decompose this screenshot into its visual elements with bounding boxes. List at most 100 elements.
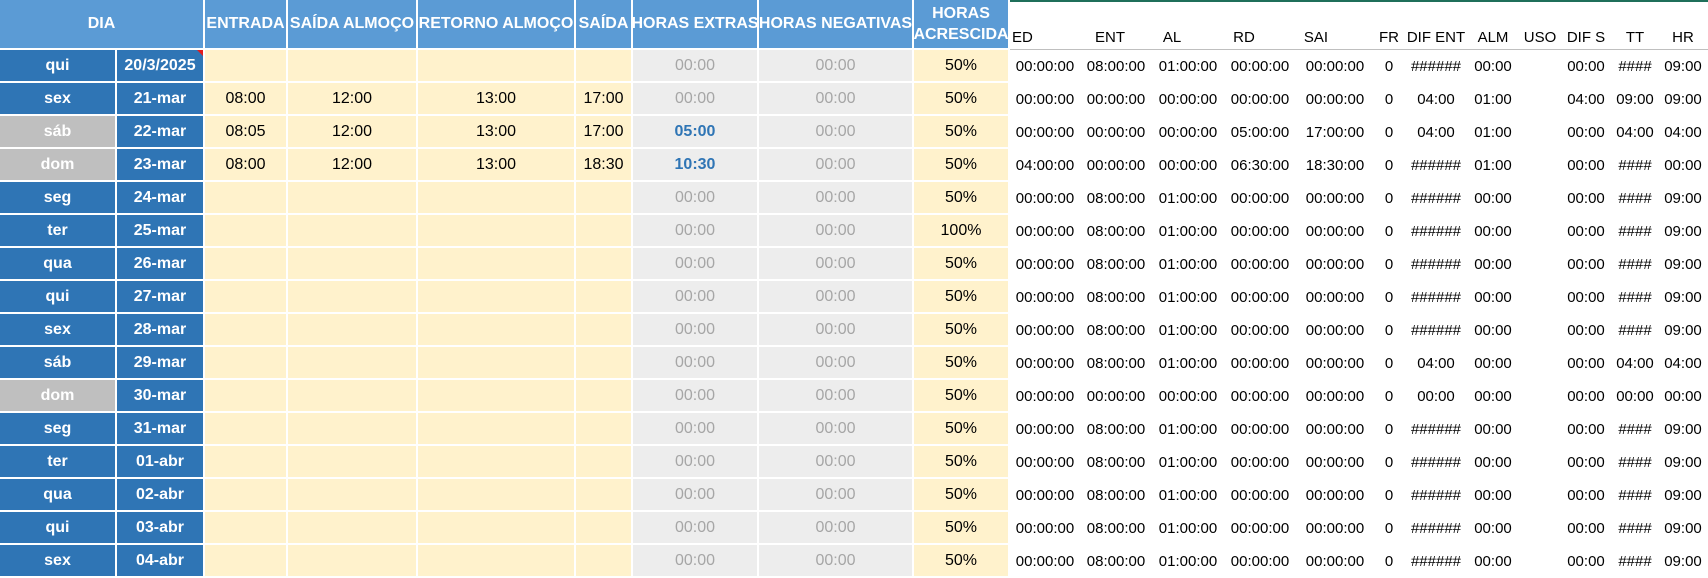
entrada-cell[interactable]: 08:05 xyxy=(205,116,288,149)
saida-cell[interactable] xyxy=(576,50,633,83)
saida-almoco-cell[interactable] xyxy=(288,446,418,479)
horas-negativas-cell[interactable]: 00:00 xyxy=(759,446,914,479)
aux-tt-cell[interactable]: #### xyxy=(1612,182,1658,215)
entrada-cell[interactable]: 08:00 xyxy=(205,83,288,116)
day-name-cell[interactable]: dom xyxy=(0,149,117,182)
horas-negativas-cell[interactable]: 00:00 xyxy=(759,281,914,314)
horas-acrescida-cell[interactable]: 50% xyxy=(914,149,1010,182)
aux-uso-cell[interactable] xyxy=(1518,149,1562,182)
horas-negativas-cell[interactable]: 00:00 xyxy=(759,545,914,578)
aux-al-cell[interactable]: 01:00:00 xyxy=(1152,347,1224,380)
horas-extras-cell[interactable]: 00:00 xyxy=(633,512,759,545)
aux-rd-cell[interactable]: 00:00:00 xyxy=(1224,281,1296,314)
aux-alm-cell[interactable]: 00:00 xyxy=(1468,545,1518,578)
horas-extras-cell[interactable]: 00:00 xyxy=(633,347,759,380)
retorno-almoco-cell[interactable] xyxy=(418,314,576,347)
date-cell[interactable]: 23-mar xyxy=(117,149,205,182)
horas-extras-cell[interactable]: 00:00 xyxy=(633,215,759,248)
aux-ed-cell[interactable]: 00:00:00 xyxy=(1010,413,1080,446)
aux-header-alm[interactable]: ALM xyxy=(1468,0,1518,50)
aux-fr-cell[interactable]: 0 xyxy=(1374,446,1404,479)
aux-ent-cell[interactable]: 08:00:00 xyxy=(1080,512,1152,545)
aux-ed-cell[interactable]: 00:00:00 xyxy=(1010,446,1080,479)
aux-ed-cell[interactable]: 00:00:00 xyxy=(1010,347,1080,380)
saida-almoco-cell[interactable] xyxy=(288,413,418,446)
aux-al-cell[interactable]: 01:00:00 xyxy=(1152,479,1224,512)
header-retorno-almoco[interactable]: RETORNO ALMOÇO xyxy=(418,0,576,50)
aux-alm-cell[interactable]: 01:00 xyxy=(1468,116,1518,149)
aux-ed-cell[interactable]: 00:00:00 xyxy=(1010,116,1080,149)
aux-fr-cell[interactable]: 0 xyxy=(1374,182,1404,215)
aux-tt-cell[interactable]: 04:00 xyxy=(1612,116,1658,149)
aux-dif-s-cell[interactable]: 00:00 xyxy=(1562,149,1610,182)
retorno-almoco-cell[interactable] xyxy=(418,545,576,578)
aux-alm-cell[interactable]: 00:00 xyxy=(1468,413,1518,446)
saida-almoco-cell[interactable] xyxy=(288,248,418,281)
aux-alm-cell[interactable]: 00:00 xyxy=(1468,347,1518,380)
horas-acrescida-cell[interactable]: 100% xyxy=(914,215,1010,248)
day-name-cell[interactable]: qui xyxy=(0,50,117,83)
date-cell[interactable]: 22-mar xyxy=(117,116,205,149)
aux-sai-cell[interactable]: 00:00:00 xyxy=(1296,347,1374,380)
day-name-cell[interactable]: ter xyxy=(0,446,117,479)
aux-header-uso[interactable]: USO xyxy=(1518,0,1562,50)
aux-dif-s-cell[interactable]: 00:00 xyxy=(1562,479,1610,512)
horas-extras-cell[interactable]: 00:00 xyxy=(633,446,759,479)
aux-dif-ent-cell[interactable]: ###### xyxy=(1404,512,1468,545)
day-name-cell[interactable]: sáb xyxy=(0,347,117,380)
saida-cell[interactable] xyxy=(576,545,633,578)
aux-sai-cell[interactable]: 00:00:00 xyxy=(1296,479,1374,512)
horas-acrescida-cell[interactable]: 50% xyxy=(914,83,1010,116)
saida-almoco-cell[interactable] xyxy=(288,479,418,512)
horas-negativas-cell[interactable]: 00:00 xyxy=(759,413,914,446)
aux-al-cell[interactable]: 01:00:00 xyxy=(1152,512,1224,545)
retorno-almoco-cell[interactable] xyxy=(418,380,576,413)
saida-cell[interactable] xyxy=(576,347,633,380)
date-cell[interactable]: 04-abr xyxy=(117,545,205,578)
horas-extras-cell[interactable]: 00:00 xyxy=(633,248,759,281)
aux-ed-cell[interactable]: 00:00:00 xyxy=(1010,248,1080,281)
aux-ed-cell[interactable]: 00:00:00 xyxy=(1010,512,1080,545)
date-cell[interactable]: 29-mar xyxy=(117,347,205,380)
aux-ed-cell[interactable]: 00:00:00 xyxy=(1010,50,1080,83)
aux-ent-cell[interactable]: 00:00:00 xyxy=(1080,380,1152,413)
saida-cell[interactable] xyxy=(576,512,633,545)
aux-dif-ent-cell[interactable]: ###### xyxy=(1404,215,1468,248)
aux-dif-s-cell[interactable]: 00:00 xyxy=(1562,380,1610,413)
aux-sai-cell[interactable]: 00:00:00 xyxy=(1296,182,1374,215)
aux-uso-cell[interactable] xyxy=(1518,215,1562,248)
aux-al-cell[interactable]: 01:00:00 xyxy=(1152,545,1224,578)
aux-ed-cell[interactable]: 00:00:00 xyxy=(1010,380,1080,413)
aux-alm-cell[interactable]: 00:00 xyxy=(1468,380,1518,413)
retorno-almoco-cell[interactable] xyxy=(418,182,576,215)
date-cell[interactable]: 30-mar xyxy=(117,380,205,413)
aux-alm-cell[interactable]: 00:00 xyxy=(1468,215,1518,248)
retorno-almoco-cell[interactable] xyxy=(418,215,576,248)
aux-hr-cell[interactable]: 04:00 xyxy=(1658,347,1708,380)
horas-acrescida-cell[interactable]: 50% xyxy=(914,248,1010,281)
saida-almoco-cell[interactable] xyxy=(288,512,418,545)
aux-uso-cell[interactable] xyxy=(1518,545,1562,578)
horas-acrescida-cell[interactable]: 50% xyxy=(914,347,1010,380)
horas-extras-cell[interactable]: 00:00 xyxy=(633,479,759,512)
saida-cell[interactable] xyxy=(576,380,633,413)
saida-almoco-cell[interactable]: 12:00 xyxy=(288,149,418,182)
saida-cell[interactable]: 18:30 xyxy=(576,149,633,182)
horas-negativas-cell[interactable]: 00:00 xyxy=(759,182,914,215)
aux-dif-ent-cell[interactable]: ###### xyxy=(1404,281,1468,314)
saida-almoco-cell[interactable]: 12:00 xyxy=(288,83,418,116)
horas-acrescida-cell[interactable]: 50% xyxy=(914,116,1010,149)
saida-cell[interactable] xyxy=(576,248,633,281)
aux-hr-cell[interactable]: 09:00 xyxy=(1658,446,1708,479)
header-entrada[interactable]: ENTRADA xyxy=(205,0,288,50)
saida-almoco-cell[interactable] xyxy=(288,545,418,578)
aux-fr-cell[interactable]: 0 xyxy=(1374,248,1404,281)
aux-sai-cell[interactable]: 00:00:00 xyxy=(1296,413,1374,446)
aux-sai-cell[interactable]: 00:00:00 xyxy=(1296,380,1374,413)
entrada-cell[interactable] xyxy=(205,314,288,347)
horas-acrescida-cell[interactable]: 50% xyxy=(914,446,1010,479)
aux-hr-cell[interactable]: 09:00 xyxy=(1658,413,1708,446)
aux-al-cell[interactable]: 01:00:00 xyxy=(1152,182,1224,215)
aux-tt-cell[interactable]: #### xyxy=(1612,545,1658,578)
horas-acrescida-cell[interactable]: 50% xyxy=(914,380,1010,413)
